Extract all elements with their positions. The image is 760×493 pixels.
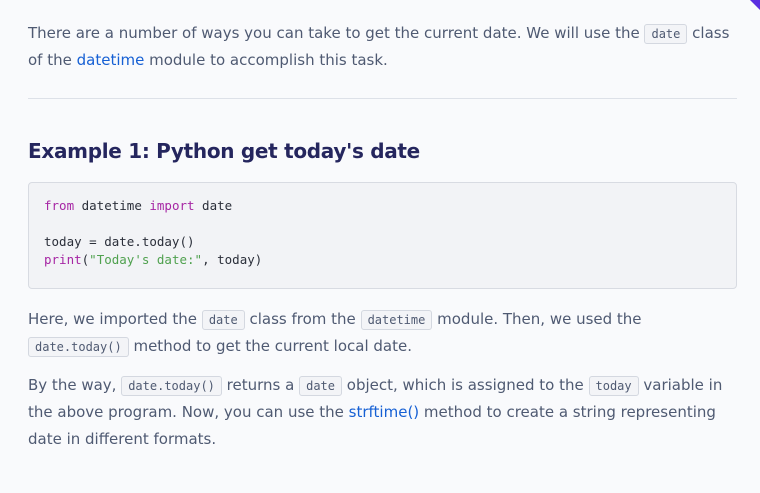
byway-text-1: By the way, [28,376,122,394]
explanation-text-3: module. Then, we used the [432,310,642,328]
code-block: from datetime import date today = date.to… [28,182,737,289]
code-line-3: today = date.today() [44,234,195,249]
code-string: "Today's date:" [89,252,203,267]
code-text: date [194,198,233,213]
inline-code-today: today [588,376,639,396]
intro-text-3: module to accomplish this task. [144,51,388,69]
intro-text-1: There are a number of ways you can take … [28,24,645,42]
explanation-text-1: Here, we imported the [28,310,202,328]
code-keyword-print: print [44,252,82,267]
byway-text-3: object, which is assigned to the [342,376,589,394]
inline-code-date: date [644,24,688,44]
code-keyword-from: from [44,198,75,213]
byway-text-2: returns a [221,376,300,394]
explanation-text-4: method to get the current local date. [128,337,412,355]
code-text: datetime [74,198,150,213]
datetime-module-link[interactable]: datetime [77,51,145,69]
byway-paragraph: By the way, date.today() returns a date … [28,372,737,453]
intro-paragraph: There are a number of ways you can take … [28,20,737,74]
inline-code-date-today: date.today() [121,376,222,396]
inline-code-date: date [201,310,245,330]
article-content: There are a number of ways you can take … [28,20,737,453]
inline-code-date: date [299,376,342,396]
explanation-text-2: class from the [244,310,361,328]
inline-code-datetime: datetime [360,310,433,330]
code-line-1: from datetime import date [44,197,721,215]
corner-bookmark-icon [750,0,760,10]
code-text: , today) [202,252,263,267]
explanation-paragraph: Here, we imported the date class from th… [28,306,737,360]
example-heading: Example 1: Python get today's date [28,139,420,163]
section-divider [28,98,737,99]
strftime-link[interactable]: strftime() [349,403,419,421]
code-keyword-import: import [149,198,195,213]
code-line-4: print("Today's date:", today) [44,251,721,269]
inline-code-date-today: date.today() [28,337,129,357]
